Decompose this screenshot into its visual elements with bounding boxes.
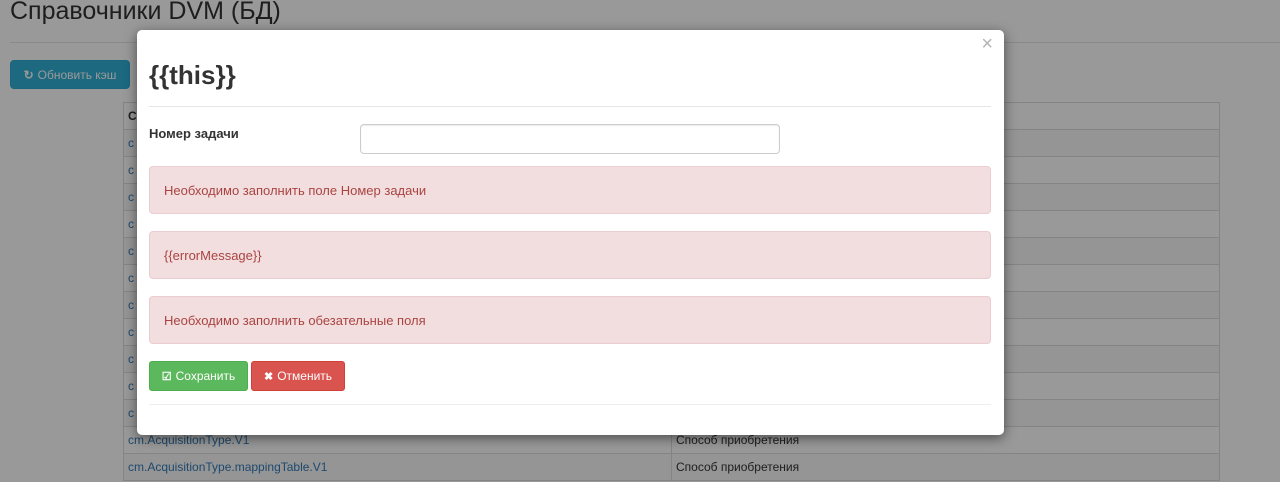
cancel-button-label: Отменить xyxy=(277,369,333,383)
alert-error-message: {{errorMessage}} xyxy=(149,231,991,279)
save-button-label: Сохранить xyxy=(175,369,236,383)
modal-header-divider xyxy=(149,106,991,107)
alert-required-task-number: Необходимо заполнить поле Номер задачи xyxy=(149,166,991,214)
task-number-dialog: × {{this}} Номер задачи Необходимо запол… xyxy=(137,30,1004,435)
close-icon[interactable]: × xyxy=(981,32,993,56)
alert-text: {{errorMessage}} xyxy=(164,247,262,263)
alert-text: Необходимо заполнить обезательные поля xyxy=(164,312,426,328)
close-icon: ✖ xyxy=(263,370,274,383)
alert-required-fields: Необходимо заполнить обезательные поля xyxy=(149,296,991,344)
task-number-label: Номер задачи xyxy=(149,126,239,141)
cancel-button[interactable]: ✖ Отменить xyxy=(251,361,345,391)
modal-body: Номер задачи Необходимо заполнить поле Н… xyxy=(149,118,991,405)
alert-text: Необходимо заполнить поле Номер задачи xyxy=(164,182,427,198)
save-button[interactable]: ☑ Сохранить xyxy=(149,361,248,391)
task-number-input[interactable] xyxy=(360,124,780,154)
modal-title: {{this}} xyxy=(149,60,236,90)
check-square-icon: ☑ xyxy=(161,370,172,383)
